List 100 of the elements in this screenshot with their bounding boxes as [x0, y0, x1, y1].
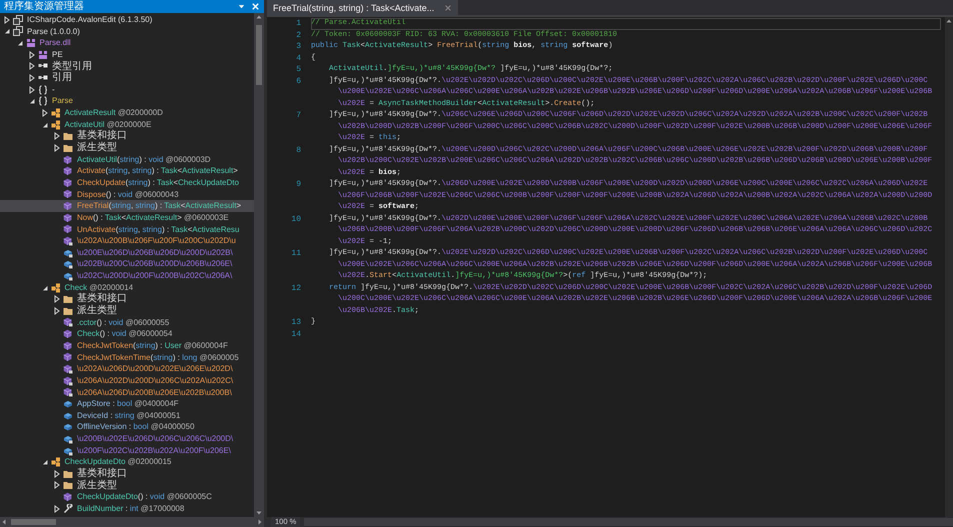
line-number: 6 — [295, 76, 301, 86]
expander-icon[interactable] — [53, 144, 61, 152]
tree-item[interactable]: 派生类型 — [0, 480, 254, 492]
cube-icon — [63, 178, 73, 188]
field-lock-icon — [63, 259, 73, 270]
expander-icon[interactable] — [3, 16, 11, 24]
expander-icon[interactable] — [28, 97, 36, 106]
tree-item[interactable]: CheckUpdate(string) : Task<CheckUpdateDto — [0, 176, 254, 189]
tree-item[interactable]: \u206A\u206D\u200B\u206E\u202B\u200B\ — [0, 386, 254, 398]
vertical-scrollbar[interactable] — [254, 13, 264, 517]
tree-item[interactable]: 类型引用 — [0, 60, 254, 72]
expander-icon[interactable] — [28, 50, 36, 59]
editor-tab[interactable]: FreeTrial(string, string) : Task<Activate... — [267, 0, 458, 15]
tree-item[interactable]: Check() : void @06000054 — [0, 328, 254, 340]
close-icon[interactable] — [444, 4, 452, 12]
cube-icon — [63, 212, 73, 223]
tree-item[interactable]: Now() : Task<ActivateResult> @0600003E — [0, 212, 254, 224]
line-number: 4 — [295, 54, 301, 63]
tree-item[interactable]: CheckUpdateDto @02000015 — [0, 456, 254, 468]
tree-item[interactable]: Check @02000014 — [0, 282, 254, 294]
tree-item[interactable]: \u200F\u202C\u202B\u202A\u200F\u206E\ — [0, 444, 254, 456]
cube-icon — [63, 224, 73, 234]
tree-item[interactable]: Parse.dll — [0, 37, 254, 49]
expander-icon[interactable] — [53, 470, 61, 478]
horizontal-scrollbar[interactable] — [304, 518, 953, 526]
tree-item[interactable]: ActivateUtil(string) : void @0600003D — [0, 154, 254, 166]
tree-item[interactable]: \u202B\u200C\u206B\u200D\u206B\u206E\ — [0, 258, 254, 270]
stacked-squares-icon — [13, 26, 23, 36]
tree-item[interactable]: - — [0, 84, 254, 96]
field-lock-icon — [63, 270, 73, 281]
expander-icon[interactable] — [53, 481, 61, 490]
tree-item[interactable]: Parse (1.0.0.0) — [0, 26, 254, 38]
tree-item[interactable]: CheckJwtTokenTime(string) : long @0600005 — [0, 352, 254, 364]
cube-icon — [63, 166, 73, 176]
tree-item[interactable]: DeviceId : string @04000051 — [0, 410, 254, 422]
line-number: 8 — [295, 146, 301, 155]
expander-icon[interactable] — [53, 504, 61, 513]
cube-lock-icon — [63, 364, 73, 374]
expander-icon[interactable] — [40, 108, 48, 117]
tree-item[interactable]: \u200E\u206D\u206B\u206D\u200D\u202B\ — [0, 246, 254, 258]
tree-item[interactable]: 基类和接口 — [0, 293, 254, 306]
cube-icon — [63, 340, 73, 351]
expander-icon[interactable] — [28, 86, 36, 94]
tree-item[interactable]: 基类和接口 — [0, 468, 254, 480]
line-number: 3 — [295, 42, 301, 52]
panel-title: 程序集资源管理器 — [4, 0, 85, 13]
tree-item[interactable]: \u200B\u202E\u206D\u206C\u206C\u200D\ — [0, 433, 254, 445]
tree-item[interactable]: CheckUpdateDto() : void @0600005C — [0, 491, 254, 503]
folder-icon — [63, 142, 73, 153]
field-icon — [63, 422, 73, 432]
expander-icon[interactable] — [40, 284, 48, 292]
tree-item[interactable]: Parse — [0, 95, 254, 108]
tree-item[interactable]: 派生类型 — [0, 305, 254, 317]
cube-lock-icon — [63, 236, 73, 246]
field-icon — [63, 398, 73, 409]
expander-icon[interactable] — [16, 39, 24, 48]
tree-item[interactable]: Activate(string, string) : Task<ActivateResult> — [0, 165, 254, 177]
tree-item[interactable]: Dispose() : void @06000043 — [0, 188, 254, 200]
line-number: 11 — [290, 249, 301, 258]
expander-icon[interactable] — [3, 27, 11, 36]
expander-icon[interactable] — [28, 62, 36, 70]
cube-lock-icon — [63, 387, 73, 398]
tree-item[interactable]: PE — [0, 48, 254, 61]
tree-item[interactable]: FreeTrial(string, string) : Task<ActivateResult> — [0, 200, 254, 212]
tree-item[interactable]: \u202A\u206D\u200D\u202E\u206E\u202D\ — [0, 363, 254, 375]
tree-item[interactable]: OfflineVersion : bool @04000050 — [0, 421, 254, 434]
tree-item[interactable]: CheckJwtToken(string) : User @0600004F — [0, 340, 254, 352]
field-lock-icon — [63, 446, 73, 456]
tree-item[interactable]: 派生类型 — [0, 142, 254, 154]
cube-icon — [63, 201, 73, 212]
line-number: 12 — [290, 284, 301, 293]
expander-icon[interactable] — [53, 306, 61, 315]
expander-icon[interactable] — [28, 74, 36, 82]
tree-item[interactable]: BuildNumber : int @17000008 — [0, 502, 254, 515]
tree-item[interactable]: ActivateUtil @0200000E — [0, 118, 254, 130]
dropdown-icon[interactable] — [237, 2, 246, 11]
tree-item[interactable]: ICSharpCode.AvalonEdit (6.1.3.50) — [0, 14, 254, 26]
expander-icon[interactable] — [40, 458, 48, 466]
tree-item[interactable]: ActivateResult @0200000D — [0, 107, 254, 119]
tree-item[interactable]: UnActivate(string, string) : Task<ActivateResu — [0, 224, 254, 236]
tree-item[interactable]: AppStore : bool @0400004F — [0, 398, 254, 410]
wrench-icon — [63, 504, 73, 514]
vertical-scrollbar[interactable] — [945, 17, 953, 517]
tree-item[interactable]: 引用 — [0, 72, 254, 84]
line-number: 10 — [290, 214, 301, 224]
expander-icon[interactable] — [40, 120, 48, 129]
line-number: 14 — [290, 330, 301, 339]
expander-icon[interactable] — [53, 132, 61, 140]
tree-item[interactable]: \u202C\u200D\u200F\u200B\u202C\u206A\ — [0, 270, 254, 282]
horizontal-scrollbar[interactable] — [0, 517, 264, 527]
line-number: 1 — [295, 19, 301, 28]
scroll-left-icon[interactable] — [0, 518, 8, 526]
stacked-squares-icon — [13, 14, 23, 25]
tree-item[interactable]: 基类和接口 — [0, 130, 254, 142]
tree-item[interactable]: \u206A\u202D\u200D\u206C\u202A\u202C\ — [0, 374, 254, 386]
field-lock-icon — [63, 434, 73, 444]
expander-icon[interactable] — [53, 295, 61, 304]
cube-lock-icon — [63, 376, 73, 386]
tree-item[interactable]: .cctor() : void @06000055 — [0, 316, 254, 328]
tree-item[interactable]: \u202A\u200B\u206F\u200F\u200C\u202D\u — [0, 235, 254, 247]
